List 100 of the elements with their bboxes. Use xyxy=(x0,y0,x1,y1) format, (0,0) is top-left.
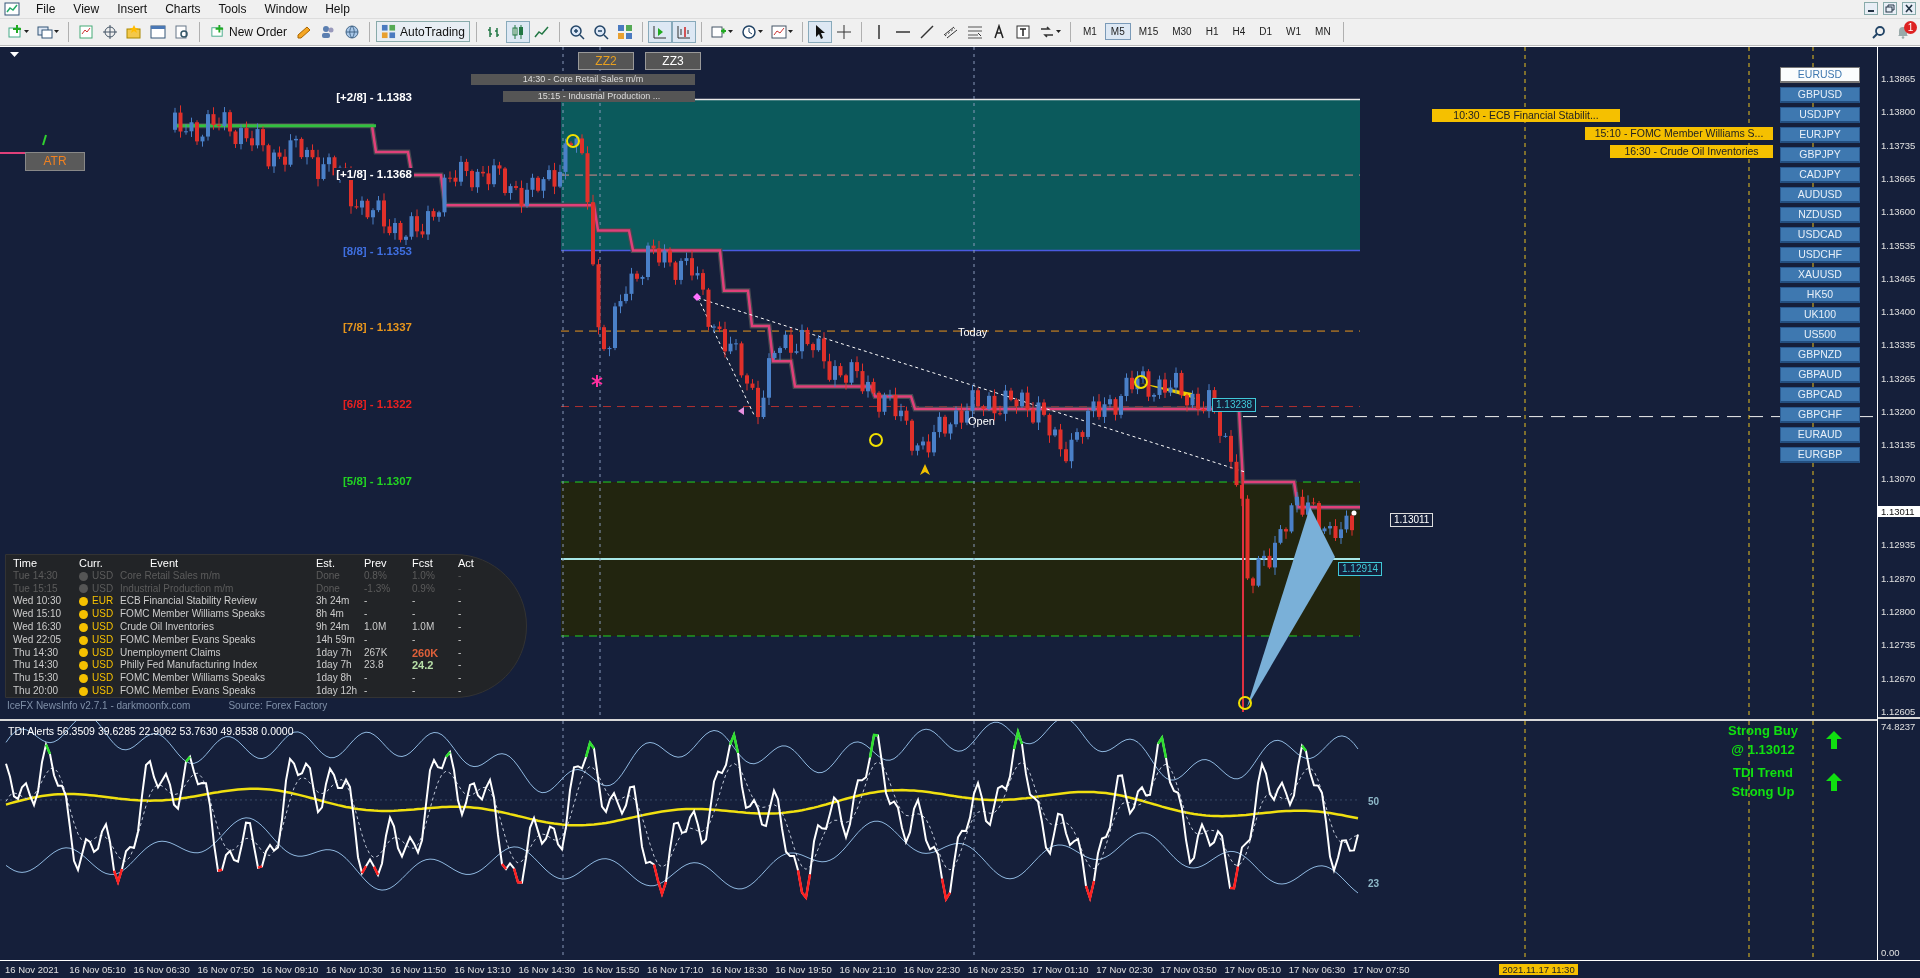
symbol-button[interactable]: GBPJPY xyxy=(1780,146,1860,163)
symbol-button[interactable]: UK100 xyxy=(1780,306,1860,323)
table-cell-text: Thu 20:00 xyxy=(12,684,60,698)
level-label: [5/8] - 1.1307 xyxy=(340,474,414,487)
menu-item[interactable]: Insert xyxy=(109,2,156,16)
table-cell-text: - xyxy=(458,608,463,621)
symbol-button[interactable]: USDCAD xyxy=(1780,226,1860,243)
timeframe-button[interactable]: M15 xyxy=(1132,23,1165,41)
atr-label[interactable]: ATR xyxy=(25,151,85,171)
price-tick: 1.13335 xyxy=(1880,339,1917,351)
table-cell-text: - xyxy=(458,582,463,596)
symbol-button[interactable]: EURUSD xyxy=(1780,66,1860,83)
price-tick: 1.13800 xyxy=(1880,106,1917,118)
table-cell-text: Wed 15:10 xyxy=(12,608,63,621)
time-tick: 16 Nov 06:30 xyxy=(133,964,191,975)
table-cell-text: USD xyxy=(92,659,115,673)
menu-item[interactable]: Tools xyxy=(210,2,255,16)
symbol-button[interactable]: AUDUSD xyxy=(1780,186,1860,203)
menu-item[interactable]: Help xyxy=(317,2,358,16)
timeframe-button[interactable]: D1 xyxy=(1253,23,1279,41)
symbol-button[interactable]: EURAUD xyxy=(1780,426,1860,443)
table-cell-text: 1day 7h xyxy=(316,646,353,660)
symbol-button[interactable]: NZDUSD xyxy=(1780,206,1860,223)
autotrading-button[interactable]: AutoTrading xyxy=(376,21,470,43)
timeframe-button[interactable]: H1 xyxy=(1199,23,1225,41)
table-cell-text: Crude Oil Inventories xyxy=(120,620,215,634)
table-cell-text: - xyxy=(458,684,463,698)
time-tick: 16 Nov 22:30 xyxy=(903,964,962,975)
symbol-button[interactable]: GBPCAD xyxy=(1780,386,1860,403)
table-cell-text: - xyxy=(458,646,463,660)
menu-item[interactable]: File xyxy=(28,2,64,16)
table-cell-text: FOMC Member Williams Speaks xyxy=(120,608,267,621)
table-cell-text: Unemployment Claims xyxy=(120,646,222,660)
zigzag-button[interactable]: ZZ2 xyxy=(578,51,634,70)
timeframe-button[interactable]: M5 xyxy=(1104,23,1131,41)
menu-item[interactable]: View xyxy=(65,2,108,16)
symbol-button[interactable]: GBPCHF xyxy=(1780,406,1860,423)
table-cell-text: 1day 12h xyxy=(316,684,359,698)
timeframe-button[interactable]: MN xyxy=(1309,23,1337,41)
table-cell-text: 260K xyxy=(412,646,440,660)
symbol-button[interactable]: USDJPY xyxy=(1780,106,1860,123)
table-cell-text: - xyxy=(364,595,369,609)
time-tick: 16 Nov 10:30 xyxy=(325,964,384,975)
price-tick: 1.12800 xyxy=(1880,605,1917,617)
symbol-button[interactable]: GBPUSD xyxy=(1780,86,1860,103)
symbol-button[interactable]: XAUUSD xyxy=(1780,266,1860,283)
symbol-button[interactable]: US500 xyxy=(1780,326,1860,343)
cursor-time-tag: 2021.11.17 11:30 xyxy=(1499,964,1578,975)
symbol-button[interactable]: GBPNZD xyxy=(1780,346,1860,363)
price-tag: 1.13011 xyxy=(1390,512,1434,527)
time-tick: 16 Nov 19:50 xyxy=(775,964,833,975)
timeframe-button[interactable]: H4 xyxy=(1226,23,1252,41)
table-cell-text: - xyxy=(364,672,369,685)
table-cell-text: Wed 10:30 xyxy=(12,595,63,609)
symbol-button[interactable]: CADJPY xyxy=(1780,166,1860,183)
table-cell-text: - xyxy=(412,608,417,621)
menu-item[interactable]: Window xyxy=(256,2,316,16)
level-label: [7/8] - 1.1337 xyxy=(340,321,414,334)
time-tick: 16 Nov 21:10 xyxy=(839,964,897,975)
column-header: Prev xyxy=(364,556,388,570)
table-cell-text: - xyxy=(364,633,369,647)
table-cell-text: 1day 7h xyxy=(316,659,353,673)
timeframe-button[interactable]: M1 xyxy=(1076,23,1103,41)
timeframe-button[interactable]: W1 xyxy=(1280,23,1308,41)
table-cell-text: - xyxy=(364,608,369,621)
price-tick: 1.12670 xyxy=(1880,672,1917,684)
table-cell-text: 23.8 xyxy=(364,659,385,673)
price-tick: 1.13600 xyxy=(1880,206,1917,218)
symbol-button[interactable]: HK50 xyxy=(1780,286,1860,303)
time-tick: 16 Nov 05:10 xyxy=(69,964,127,975)
price-tick: 1.13135 xyxy=(1880,439,1917,451)
zigzag-button[interactable]: ZZ3 xyxy=(645,51,701,70)
new-order-button[interactable]: New Order xyxy=(206,22,291,42)
symbol-button[interactable]: EURGBP xyxy=(1780,446,1860,463)
time-tick: 17 Nov 07:50 xyxy=(1352,964,1411,975)
table-cell-text: Philly Fed Manufacturing Index xyxy=(120,659,259,673)
symbol-button[interactable]: EURJPY xyxy=(1780,126,1860,143)
time-tick: 16 Nov 23:50 xyxy=(967,964,1026,975)
table-cell-text: 9h 24m xyxy=(316,620,351,634)
table-cell-text: - xyxy=(412,672,417,685)
price-tick: 1.13070 xyxy=(1880,472,1917,484)
time-tick: 16 Nov 15:50 xyxy=(582,964,641,975)
time-tick: 16 Nov 11:50 xyxy=(390,964,447,975)
table-cell-text: - xyxy=(412,633,417,647)
signal-text: Strong Up xyxy=(1731,783,1795,799)
table-cell-text: USD xyxy=(92,672,115,685)
time-tick: 17 Nov 02:30 xyxy=(1096,964,1154,975)
menu-item[interactable]: Charts xyxy=(157,2,209,16)
table-cell-text: - xyxy=(458,620,463,634)
news-marker: 14:30 - Core Retail Sales m/m xyxy=(471,73,695,85)
table-cell-text: -1.3% xyxy=(364,582,392,596)
timeframe-button[interactable]: M30 xyxy=(1166,23,1198,41)
table-cell-text: Thu 14:30 xyxy=(12,659,60,673)
table-cell-text: 24.2 xyxy=(412,659,435,673)
table-cell-text: USD xyxy=(92,646,115,660)
table-cell-text: 1day 8h xyxy=(316,672,353,685)
symbol-button[interactable]: USDCHF xyxy=(1780,246,1860,263)
table-cell-text: - xyxy=(364,684,369,698)
symbol-button[interactable]: GBPAUD xyxy=(1780,366,1860,383)
notification-count: 1 xyxy=(1904,20,1917,34)
